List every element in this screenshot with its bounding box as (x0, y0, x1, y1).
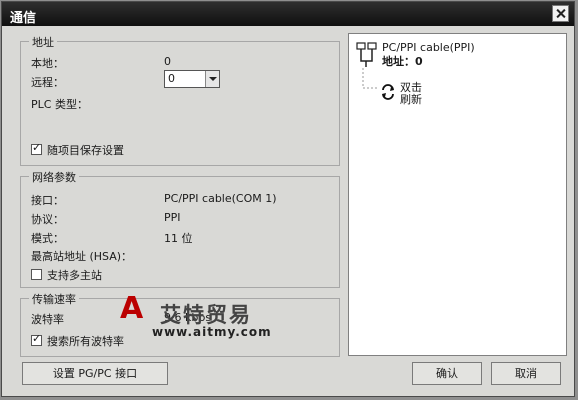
hsa-label: 最高站地址 (HSA)： (31, 250, 133, 263)
plc-type-label: PLC 类型： (31, 98, 88, 111)
save-with-project-checkbox[interactable]: ✓ (31, 141, 42, 155)
remote-address-select[interactable]: 0 (164, 70, 220, 88)
refresh-line-2[interactable]: 刷新 (400, 91, 422, 107)
tree-connector (362, 68, 379, 89)
set-pgpc-interface-button[interactable]: 设置 PG/PC 接口 (22, 362, 168, 385)
address-line: 地址：0 (382, 55, 423, 68)
address-group: 地址 本地： 0 远程： 0 PLC 类型： ✓ 随项目保存设置 (20, 34, 340, 166)
remote-address-label: 远程： (31, 76, 64, 89)
protocol-value: PPI (164, 211, 181, 224)
mode-value: 11 位 (164, 232, 193, 245)
interface-label: 接口： (31, 194, 64, 207)
cancel-button[interactable]: 取消 (491, 362, 561, 385)
title-bar: 通信 (2, 2, 574, 26)
local-address-value: 0 (164, 55, 171, 68)
chevron-down-icon[interactable] (205, 71, 219, 87)
save-with-project-label: 随项目保存设置 (47, 144, 124, 157)
network-group-title: 网络参数 (29, 169, 79, 185)
remote-address-value: 0 (168, 72, 175, 85)
checkmark-icon: ✓ (32, 141, 42, 154)
ok-button[interactable]: 确认 (412, 362, 482, 385)
cable-icon[interactable] (355, 41, 379, 69)
device-tree-panel[interactable]: PC/PPI cable(PPI) 地址：0 双击 刷新 (348, 33, 567, 356)
search-all-baud-checkbox[interactable]: ✓ (31, 332, 42, 346)
baud-rate-label: 波特率 (31, 313, 64, 326)
address-group-title: 地址 (29, 34, 57, 50)
communications-dialog: 通信 地址 本地： 0 远程： 0 PLC 类型： ✓ 随项目保存设置 网络参数… (1, 1, 575, 397)
local-address-label: 本地： (31, 57, 64, 70)
checkmark-icon: ✓ (32, 332, 42, 345)
mode-label: 模式： (31, 232, 64, 245)
search-all-baud-label: 搜索所有波特率 (47, 335, 124, 348)
window-title: 通信 (10, 11, 37, 26)
network-parameters-group: 网络参数 接口： PC/PPI cable(COM 1) 协议： PPI 模式：… (20, 169, 340, 288)
watermark-logo: A (120, 291, 144, 326)
watermark-url: www.aitmy.com (152, 325, 272, 339)
interface-value: PC/PPI cable(COM 1) (164, 192, 277, 205)
refresh-icon[interactable] (380, 84, 396, 100)
rate-group-title: 传输速率 (29, 291, 79, 307)
close-icon[interactable] (552, 5, 569, 22)
multi-master-label: 支持多主站 (47, 269, 102, 282)
protocol-label: 协议： (31, 213, 64, 226)
multi-master-checkbox[interactable] (31, 269, 42, 280)
